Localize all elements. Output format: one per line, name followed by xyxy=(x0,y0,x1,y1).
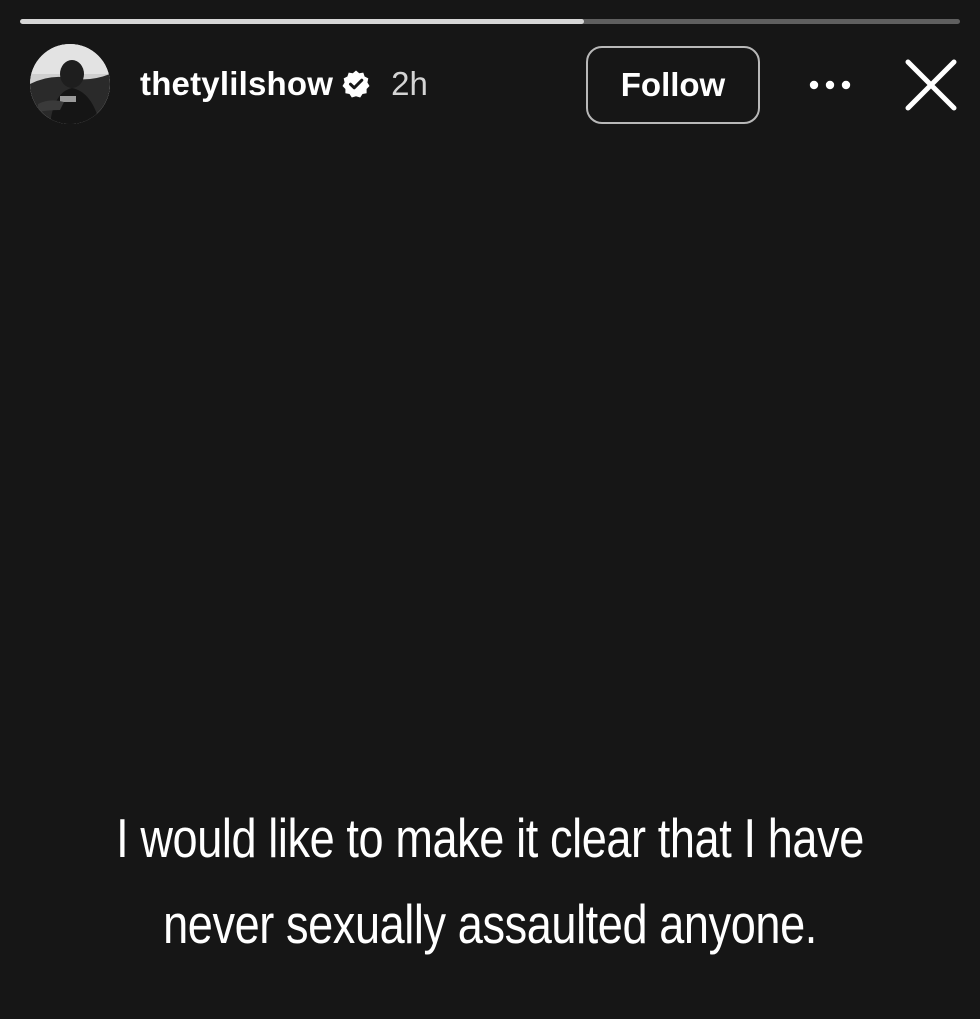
close-icon[interactable] xyxy=(900,54,962,116)
avatar[interactable] xyxy=(30,44,110,124)
story-caption: I would like to make it clear that I hav… xyxy=(116,807,864,955)
user-info: thetylilshow 2h xyxy=(140,64,428,104)
verified-badge-icon xyxy=(341,69,371,99)
more-options-icon[interactable] xyxy=(800,60,860,110)
story-content[interactable]: I would like to make it clear that I hav… xyxy=(0,130,980,1019)
username[interactable]: thetylilshow xyxy=(140,64,333,104)
follow-button[interactable]: Follow xyxy=(586,46,760,124)
post-time: 2h xyxy=(391,65,428,102)
story-header: thetylilshow 2h Follow xyxy=(0,40,980,130)
story-progress-fill xyxy=(20,19,584,24)
avatar-image xyxy=(30,44,110,124)
story-progress-bar xyxy=(20,19,960,24)
